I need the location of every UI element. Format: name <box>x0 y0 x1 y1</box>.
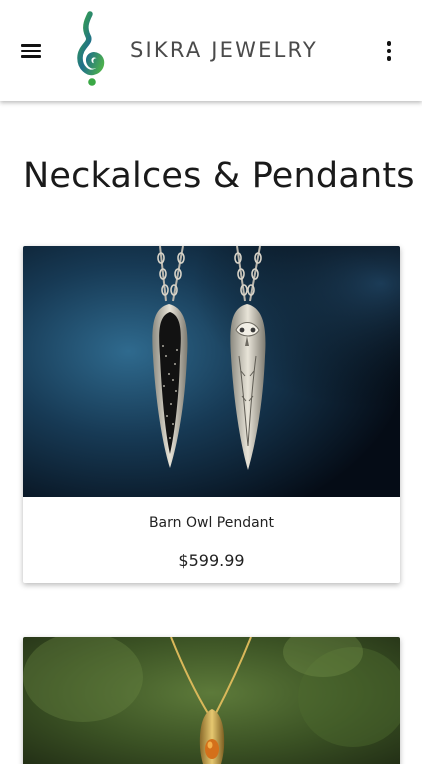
menu-line <box>21 49 41 53</box>
product-photo <box>23 637 400 764</box>
product-info: Barn Owl Pendant $599.99 <box>23 497 400 583</box>
kebab-dot <box>386 56 392 61</box>
product-card[interactable]: Barn Owl Pendant $599.99 <box>23 246 400 583</box>
spiral-hook-logo-icon <box>77 11 105 86</box>
app-bar: SIKRA JEWELRY <box>0 0 422 101</box>
hamburger-menu-icon[interactable] <box>14 36 48 66</box>
product-price: $599.99 <box>178 551 245 570</box>
brand-logo[interactable] <box>72 10 112 90</box>
product-photo <box>23 246 400 497</box>
product-name[interactable]: Barn Owl Pendant <box>23 515 400 531</box>
gold-amber-pendant-image[interactable] <box>23 637 400 764</box>
kebab-dot <box>386 41 392 46</box>
product-card[interactable] <box>23 637 400 764</box>
two-silver-pendants-image[interactable] <box>23 246 400 497</box>
page-title: Neckalces & Pendants <box>23 156 415 196</box>
menu-line <box>21 55 41 58</box>
brand-name[interactable]: SIKRA JEWELRY <box>130 38 318 62</box>
kebab-dot <box>386 48 392 54</box>
menu-line <box>21 44 41 47</box>
more-vertical-icon[interactable] <box>376 36 402 66</box>
